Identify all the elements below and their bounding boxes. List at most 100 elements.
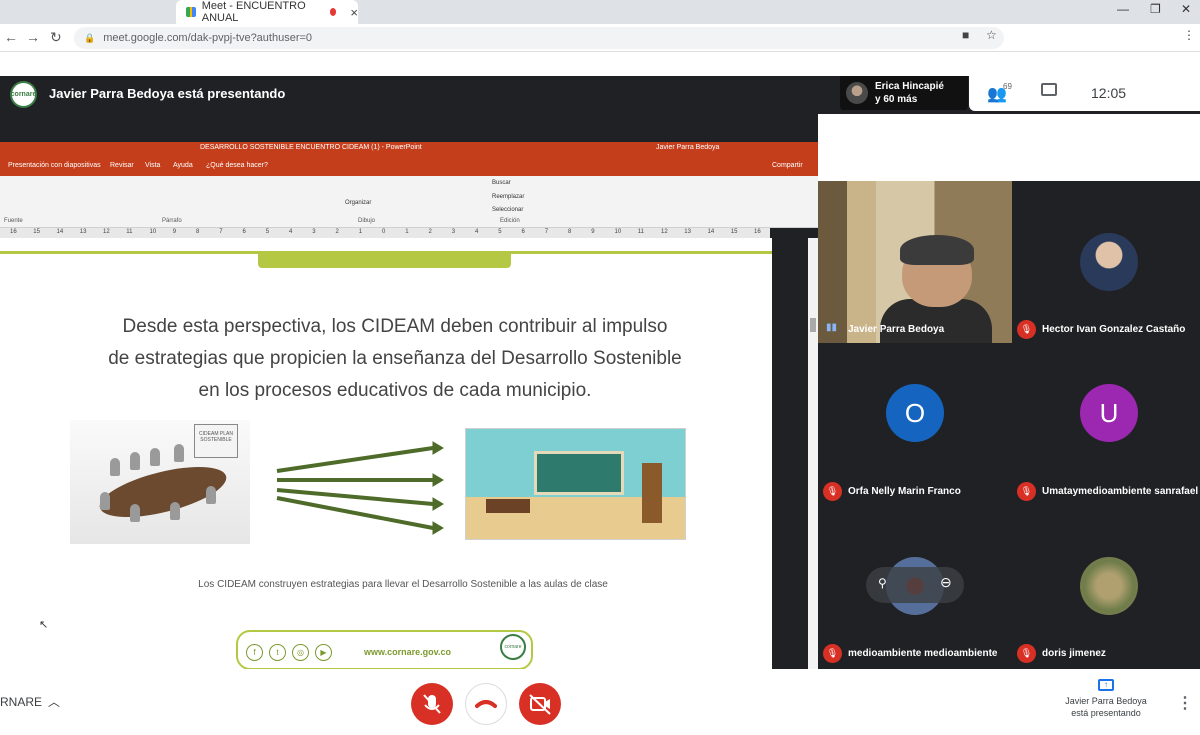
tile-hover-controls: ⚲ ⊖ — [866, 567, 964, 603]
menu-item[interactable]: Compartir — [772, 162, 803, 169]
ruler-tick: 3 — [451, 229, 456, 235]
ruler-tick: 4 — [289, 229, 293, 235]
ribbon-cmd-organizar[interactable]: Organizar — [345, 200, 371, 206]
participant-tile[interactable]: 🎙 doris jimenez — [1012, 505, 1200, 667]
ruler-tick: 10 — [149, 229, 157, 235]
pinned-participant-name: Erica Hincapié y 60 más — [875, 80, 944, 106]
back-icon[interactable]: ← — [4, 29, 18, 45]
ruler-tick: 5 — [498, 229, 502, 235]
avatar — [846, 82, 868, 104]
slide-body-text: Desde esta perspectiva, los CIDEAM deben… — [60, 311, 730, 407]
presentation-board: CIDEAM PLAN SOSTENIBLE — [194, 424, 238, 458]
menu-item[interactable]: ¿Qué desea hacer? — [206, 162, 268, 169]
avatar: O — [886, 384, 944, 442]
avatar — [1080, 557, 1138, 615]
participant-video — [818, 181, 1012, 343]
ppt-menu-bar: Presentación con diapositivas Revisar Vi… — [0, 156, 818, 176]
ruler-tick: 0 — [382, 229, 386, 235]
slide-scrollbar[interactable] — [808, 238, 818, 669]
ruler-tick: 12 — [103, 229, 110, 235]
camera-toggle-button[interactable] — [519, 683, 561, 725]
participant-tile[interactable]: ⚲ ⊖ 🎙 medioambiente medioambiente — [818, 505, 1012, 667]
presenting-indicator[interactable]: ↑ Javier Parra Bedoya está presentando — [1050, 679, 1162, 729]
scroll-thumb[interactable] — [810, 318, 816, 332]
presenting-title: Javier Parra Bedoya está presentando — [49, 86, 286, 101]
ppt-window-title: DESARROLLO SOSTENIBLE ENCUENTRO CIDEAM (… — [200, 144, 422, 151]
ruler-tick: 11 — [637, 229, 644, 235]
camera-off-icon — [529, 694, 551, 715]
slide-top-tab — [258, 251, 511, 268]
ruler-tick: 9 — [591, 229, 595, 235]
pinned-name-line2: y 60 más — [875, 94, 918, 105]
speaking-icon: ▮▮ — [826, 322, 838, 333]
participant-tile[interactable]: ▮▮ Javier Parra Bedoya — [818, 181, 1012, 343]
menu-item[interactable]: Revisar — [110, 162, 134, 169]
ruler-tick: 1 — [358, 229, 363, 235]
mic-off-icon: 🎙 — [1017, 644, 1036, 663]
participant-name: Orfa Nelly Marin Franco — [848, 486, 961, 497]
meet-bottom-bar: RNARE ︿ ↑ Javier Parra Bedoya está prese… — [0, 669, 1200, 735]
clock: 12:05 — [1091, 85, 1127, 101]
lock-icon: 🔒 — [84, 32, 96, 43]
ruler-tick: 7 — [544, 229, 549, 235]
ruler-tick: 2 — [428, 229, 432, 235]
menu-item[interactable]: Presentación con diapositivas — [8, 162, 101, 169]
ruler-tick: 1 — [405, 229, 409, 235]
forward-icon[interactable]: → — [26, 29, 40, 45]
camera-icon[interactable]: ■ — [962, 28, 969, 42]
people-count: 69 — [1003, 82, 1012, 91]
address-row: ← → ↻ 🔒 meet.google.com/dak-pvpj-tve?aut… — [0, 24, 1200, 52]
figure — [130, 452, 140, 470]
facebook-icon: f — [246, 644, 263, 661]
ruler-tick: 4 — [475, 229, 479, 235]
figure — [174, 444, 184, 462]
more-vert-icon[interactable]: ⋮ — [1177, 693, 1193, 713]
star-icon[interactable]: ☆ — [986, 28, 997, 42]
mic-off-icon: 🎙 — [823, 644, 842, 663]
restore-icon[interactable]: ❐ — [1150, 2, 1161, 16]
youtube-icon: ▶ — [315, 644, 332, 661]
ruler-tick: 8 — [196, 229, 200, 235]
ribbon-cmd-seleccionar[interactable]: Seleccionar — [492, 207, 523, 213]
participant-tile[interactable]: U 🎙 Umataymedioambiente sanrafael — [1012, 343, 1200, 505]
ribbon-group: Dibujo — [358, 218, 376, 224]
present-icon: ↑ — [1098, 679, 1114, 691]
pin-icon[interactable]: ⚲ — [878, 576, 887, 590]
ruler-tick: 16 — [754, 229, 761, 235]
end-call-button[interactable] — [465, 683, 507, 725]
chevron-up-icon[interactable]: ︿ — [48, 693, 60, 710]
ruler: 16 15 14 13 12 11 10 9 8 7 6 5 4 3 2 1 0 1 2 3 4 5 6 7 8 9 10 11 12 1… — [0, 228, 770, 238]
participant-name: Umataymedioambiente sanrafael — [1042, 486, 1199, 497]
classroom-image — [465, 428, 686, 540]
menu-item[interactable]: Vista — [145, 162, 160, 169]
close-window-icon[interactable]: ✕ — [1181, 2, 1191, 16]
ruler-tick: 13 — [79, 229, 87, 235]
minimize-icon[interactable]: — — [1117, 2, 1129, 16]
meet-favicon-icon — [186, 7, 196, 17]
ribbon-cmd-buscar[interactable]: Buscar — [492, 180, 511, 186]
ribbon-group: Párrafo — [162, 218, 182, 224]
ruler-tick: 3 — [312, 229, 316, 235]
more-vert-browser-icon[interactable]: ⋮ — [1183, 28, 1195, 42]
menu-item[interactable]: Ayuda — [173, 162, 193, 169]
pinned-participant-card[interactable]: Erica Hincapié y 60 más — [840, 76, 968, 110]
slide-text-line: Desde esta perspectiva, los CIDEAM deben… — [122, 316, 668, 337]
participant-tile[interactable]: O 🎙 Orfa Nelly Marin Franco — [818, 343, 1012, 505]
participant-tile[interactable]: 🎙 Hector Ivan Gonzalez Castaño — [1012, 181, 1200, 343]
remove-icon[interactable]: ⊖ — [940, 574, 952, 591]
slide-text-line: en los procesos educativos de cada munic… — [198, 380, 592, 401]
reload-icon[interactable]: ↻ — [50, 29, 62, 46]
participant-name: Javier Parra Bedoya — [848, 324, 945, 335]
video-hair — [900, 235, 974, 265]
chalkboard — [534, 451, 624, 495]
ribbon-group: Fuente — [4, 218, 23, 224]
mic-toggle-button[interactable] — [411, 683, 453, 725]
address-bar[interactable]: 🔒 meet.google.com/dak-pvpj-tve?authuser=… — [74, 27, 1004, 49]
ruler-tick: 8 — [568, 229, 572, 235]
browser-tab[interactable]: Meet - ENCUENTRO ANUAL × — [176, 0, 358, 24]
ribbon-cmd-reemplazar[interactable]: Reemplazar — [492, 194, 524, 200]
chat-icon[interactable] — [1041, 83, 1057, 96]
org-logo: cornare — [10, 81, 37, 108]
close-tab-icon[interactable]: × — [350, 5, 358, 20]
instagram-icon: ◎ — [292, 644, 309, 661]
